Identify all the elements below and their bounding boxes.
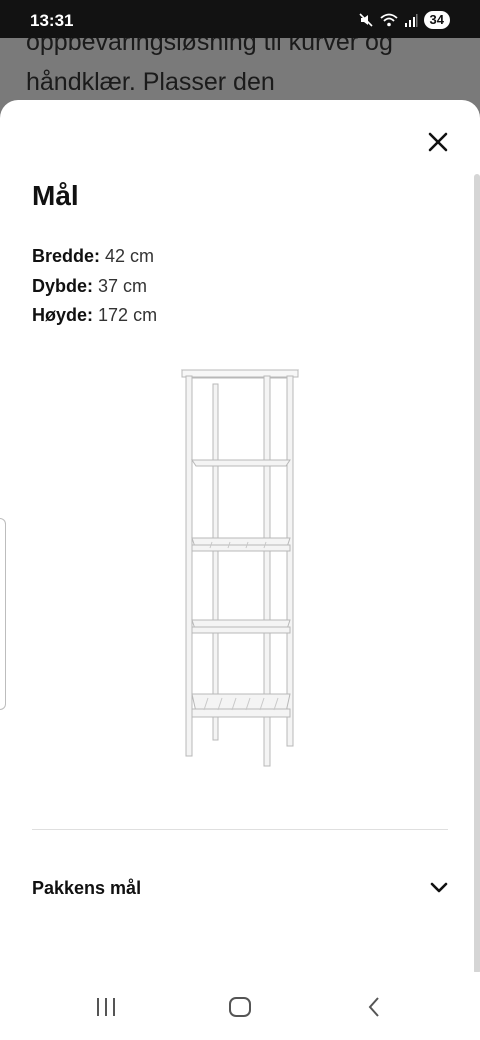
close-button[interactable] bbox=[420, 124, 456, 160]
dimensions-list: Bredde: 42 cm Dybde: 37 cm Høyde: 172 cm bbox=[32, 242, 157, 331]
close-icon bbox=[428, 132, 448, 152]
system-nav-bar bbox=[0, 972, 480, 1040]
dimension-width: Bredde: 42 cm bbox=[32, 242, 157, 272]
page-title: Mål bbox=[32, 180, 79, 211]
wifi-icon bbox=[379, 13, 398, 27]
back-icon bbox=[368, 997, 379, 1017]
dimension-depth: Dybde: 37 cm bbox=[32, 272, 157, 302]
home-button[interactable] bbox=[220, 992, 260, 1022]
status-icons: 34 bbox=[358, 11, 450, 29]
dimension-value: 37 cm bbox=[98, 275, 148, 296]
status-time: 13:31 bbox=[30, 11, 74, 30]
package-dimensions-accordion[interactable]: Pakkens mål bbox=[32, 870, 448, 906]
divider bbox=[32, 829, 448, 830]
dimension-value: 42 cm bbox=[105, 246, 155, 266]
recent-apps-button[interactable] bbox=[86, 992, 126, 1022]
scrollbar[interactable] bbox=[474, 174, 480, 974]
bathroom-shelf-unit-image bbox=[140, 362, 340, 782]
chevron-down-icon bbox=[430, 882, 448, 893]
scrollbar-thumb[interactable] bbox=[474, 174, 480, 974]
edge-panel-handle[interactable] bbox=[0, 518, 6, 710]
dimension-label: Dybde: bbox=[32, 275, 94, 296]
accordion-label: Pakkens mål bbox=[32, 877, 142, 898]
back-button[interactable] bbox=[354, 992, 394, 1022]
battery-indicator: 34 bbox=[423, 11, 450, 29]
dimension-height: Høyde: 172 cm bbox=[32, 301, 157, 331]
home-icon bbox=[229, 997, 251, 1017]
dimension-label: Bredde: bbox=[32, 246, 101, 266]
status-bar: 13:31 34 bbox=[0, 0, 480, 38]
dimensions-sheet: Mål Bredde: 42 cm Dybde: 37 cm Høyde: 17… bbox=[0, 100, 480, 1040]
dimension-label: Høyde: bbox=[32, 305, 94, 325]
dimension-value: 172 cm bbox=[98, 305, 158, 325]
recent-apps-icon bbox=[97, 998, 115, 1016]
signal-icon bbox=[404, 14, 418, 27]
mute-icon bbox=[358, 13, 373, 27]
